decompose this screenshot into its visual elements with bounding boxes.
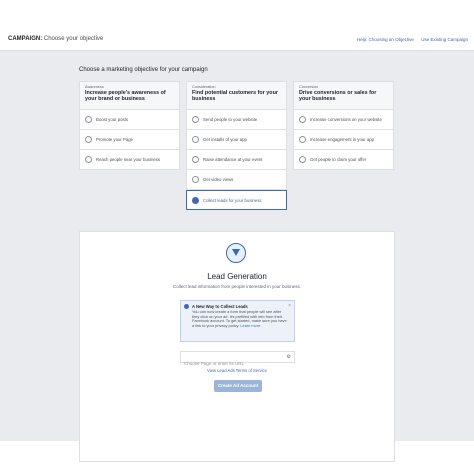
gear-icon[interactable]: ⚙ [287,354,291,360]
create-ad-account-button[interactable]: Create Ad Account [214,380,262,392]
page-url-input[interactable] [181,358,284,369]
terms-link[interactable]: View Lead Ads Terms of Service [80,368,394,373]
objective-app-engagement[interactable]: Increase engagement in your app [293,130,394,150]
column-category: Conversion [299,85,319,89]
funnel-icon [226,243,246,263]
objective-lead-generation[interactable]: Collect leads for your business [186,190,287,210]
objective-website-clicks[interactable]: Send people to your website [186,110,287,130]
page-selector[interactable]: ⚙ [180,351,295,369]
info-box: A New Way to Collect Leads You can now c… [180,300,295,342]
topbar-links: Help: Choosing an Objective Use Existing… [351,37,468,42]
lead-generation-panel: Lead Generation Collect lead information… [79,231,395,462]
page-heading: Choose a marketing objective for your ca… [79,67,208,73]
objective-label: Get video views [203,177,234,182]
panel-subtitle: Collect lead information from people int… [172,284,302,289]
objective-app-installs[interactable]: Get installs of your app [186,130,287,150]
video-icon [192,176,199,183]
column-header: Awareness Increase people's awareness of… [79,81,180,110]
objective-event-responses[interactable]: Raise attendance at your event [186,150,287,170]
conversion-column: Conversion Drive conversions or sales fo… [293,81,394,170]
calendar-icon [192,156,199,163]
objective-boost-posts[interactable]: Boost your posts [79,110,180,130]
column-category: Consideration [192,85,216,89]
campaign-title: CAMPAIGN: Choose your objective [8,36,103,42]
objective-label: Send people to your website [203,117,258,122]
objective-label: Increase conversions on your website [310,117,382,122]
tag-icon [299,156,306,163]
globe-icon [299,116,306,123]
learn-more-link[interactable]: Learn more [240,323,260,328]
objective-offer-claims[interactable]: Get people to claim your offer [293,150,394,170]
awareness-column: Awareness Increase people's awareness of… [79,81,180,170]
objective-label: Boost your posts [96,117,129,122]
objective-video-views[interactable]: Get video views [186,170,287,190]
gamepad-icon [299,136,306,143]
objective-label: Reach people near your business [96,157,161,162]
panel-title: Lead Generation [207,272,267,281]
check-circle-icon [192,197,199,204]
thumbs-up-icon [85,116,92,123]
info-text: You can now create a form that people wi… [192,309,287,328]
column-header: Consideration Find potential customers f… [186,81,287,110]
campaign-label: CAMPAIGN: [8,36,43,42]
objective-label: Raise attendance at your event [203,157,263,162]
column-title: Find potential customers for your busine… [192,90,278,102]
objective-label: Get installs of your app [203,137,247,142]
help-link[interactable]: Help: Choosing an Objective [357,37,414,42]
info-icon [184,304,189,309]
column-header: Conversion Drive conversions or sales fo… [293,81,394,110]
consideration-column: Consideration Find potential customers f… [186,81,287,210]
objective-label: Promote your Page [96,137,134,142]
column-title: Increase people's awareness of your bran… [85,90,166,102]
phone-icon [192,136,199,143]
pin-icon [85,156,92,163]
objective-local-awareness[interactable]: Reach people near your business [79,150,180,170]
close-icon[interactable]: × [288,303,291,309]
objective-label: Increase engagement in your app [310,137,375,142]
top-bar: CAMPAIGN: Choose your objective Help: Ch… [0,30,474,51]
objective-promote-page[interactable]: Promote your Page [79,130,180,150]
flag-icon [85,136,92,143]
cursor-icon [192,116,199,123]
campaign-subtitle: Choose your objective [43,36,104,42]
objective-website-conversions[interactable]: Increase conversions on your website [293,110,394,130]
use-existing-campaign-link[interactable]: Use Existing Campaign [421,37,468,42]
objective-label: Get people to claim your offer [310,157,367,162]
column-category: Awareness [85,85,104,89]
column-title: Drive conversions or sales for your busi… [299,90,377,102]
main-content: Choose a marketing objective for your ca… [0,51,474,462]
objective-label: Collect leads for your business [203,198,262,203]
